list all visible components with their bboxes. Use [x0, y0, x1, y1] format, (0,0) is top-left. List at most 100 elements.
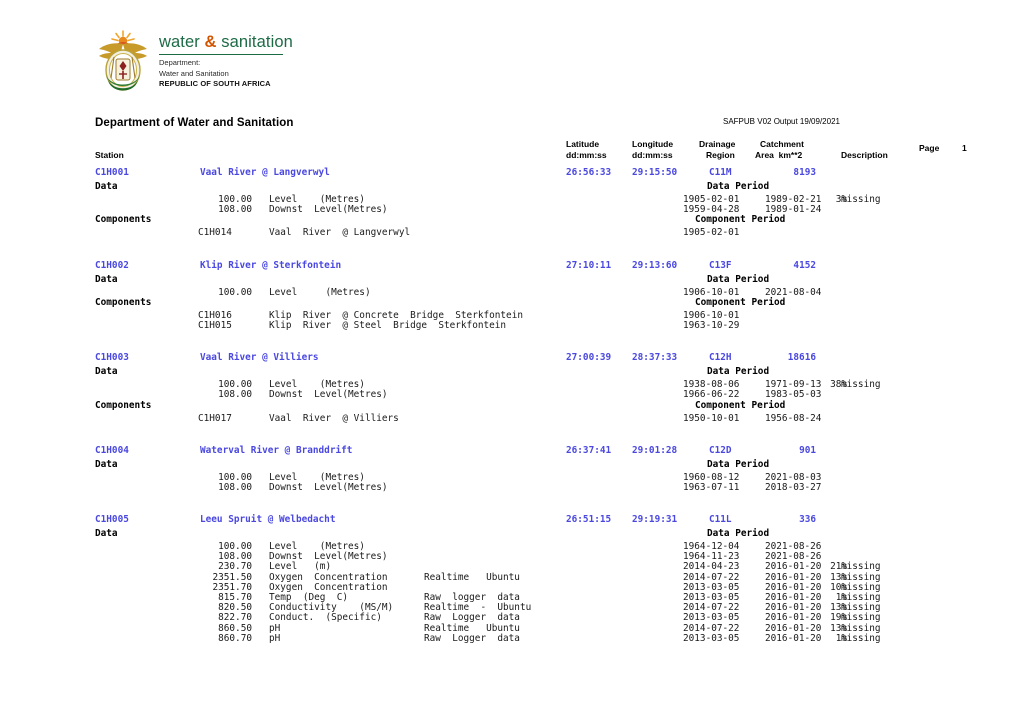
component-description: Vaal River @ Langverwyl — [269, 227, 411, 239]
column-header-catchment-line1: Catchment — [760, 139, 804, 149]
component-code: C1H017 — [198, 412, 232, 424]
column-header-longitude-line1: Longitude — [632, 139, 674, 149]
output-stamp: SAFPUB V02 Output 19/09/2021 — [723, 117, 840, 126]
column-header-longitude-line2: dd:mm:ss — [632, 150, 673, 160]
station-block: C1H005 Leeu Spruit @ Welbedacht 26:51:15 29… — [0, 514, 1020, 666]
column-headers: Station Latitude dd:mm:ss Longitude dd:m… — [0, 139, 1020, 161]
page-title: Department of Water and Sanitation — [95, 117, 294, 129]
data-section-label: Data — [95, 528, 118, 540]
station-longitude: 28:37:33 — [632, 352, 678, 364]
component-description: Klip River @ Steel Bridge Sterkfontein — [269, 319, 507, 331]
component-period-start: 1905-02-01 — [683, 227, 740, 239]
data-amount: 108.00 — [218, 481, 252, 493]
station-longitude: 29:15:50 — [632, 167, 678, 178]
data-type: Downst Level(Metres) — [269, 204, 388, 216]
wordmark-water: water — [159, 33, 205, 51]
station-latitude: 26:37:41 — [566, 444, 612, 456]
station-block: C1H003 Vaal River @ Villiers 27:00:39 28:37… — [0, 352, 1020, 446]
wordmark-ampersand: & — [204, 33, 217, 51]
data-period-heading: Data Period — [707, 366, 770, 378]
data-period-start: 1966-06-22 — [683, 389, 740, 401]
south-africa-coat-of-arms-icon — [99, 30, 147, 91]
column-header-latitude-line1: Latitude — [566, 139, 600, 149]
component-period-start: 1950-10-01 — [683, 412, 740, 424]
logo-sub-name: Water and Sanitation — [159, 68, 229, 78]
column-header-catchment-line2: Area km**2 — [755, 150, 803, 160]
station-name: Vaal River @ Langverwyl — [200, 167, 330, 178]
data-amount: 100.00 — [218, 286, 252, 298]
station-drainage-region: C11M — [709, 167, 732, 178]
station-code: C1H004 — [95, 444, 129, 456]
logo-wordmark: water & sanitation — [159, 33, 293, 51]
logo-sub-country: REPUBLIC OF SOUTH AFRICA — [159, 79, 271, 88]
page-number: 1 — [962, 143, 967, 153]
station-drainage-region: C12H — [709, 352, 732, 364]
station-latitude: 27:10:11 — [566, 259, 612, 271]
station-name: Leeu Spruit @ Welbedacht — [200, 514, 336, 526]
component-code: C1H015 — [198, 319, 232, 331]
data-period-heading: Data Period — [707, 528, 770, 540]
station-catchment-area: 8193 — [793, 167, 816, 178]
data-type: pH — [269, 632, 281, 644]
station-latitude: 27:00:39 — [566, 352, 612, 364]
station-report: C1H001 Vaal River @ Langverwyl 26:56:33 29:… — [0, 167, 1020, 666]
data-type: Downst Level(Metres) — [269, 481, 388, 493]
station-drainage-region: C13F — [709, 259, 732, 271]
data-section-label: Data — [95, 273, 118, 285]
page-label: Page — [919, 143, 940, 153]
data-period-heading: Data Period — [707, 273, 770, 285]
wordmark-divider — [159, 54, 283, 56]
component-period-heading: Component Period — [695, 296, 786, 308]
station-longitude: 29:13:60 — [632, 259, 678, 271]
components-section-label: Components — [95, 296, 152, 308]
station-latitude: 26:56:33 — [566, 167, 612, 178]
data-section-label: Data — [95, 181, 118, 192]
component-period-heading: Component Period — [695, 399, 786, 411]
data-period-heading: Data Period — [707, 181, 770, 192]
wordmark-sanitation: sanitation — [216, 33, 293, 51]
data-source: Raw Logger data — [424, 632, 520, 644]
data-period-heading: Data Period — [707, 458, 770, 470]
column-header-drainage-line1: Drainage — [699, 139, 736, 149]
station-block: C1H004 Waterval River @ Branddrift 26:37:4… — [0, 444, 1020, 515]
data-period-start: 1963-07-11 — [683, 481, 740, 493]
station-name: Waterval River @ Branddrift — [200, 444, 353, 456]
station-name: Vaal River @ Villiers — [200, 352, 319, 364]
component-period-start: 1963-10-29 — [683, 319, 740, 331]
components-section-label: Components — [95, 214, 152, 226]
logo-text-group: water & sanitation Department: Water and… — [159, 28, 293, 89]
data-period-end: 2016-01-20 — [765, 632, 822, 644]
data-period-end: 2018-03-27 — [765, 481, 822, 493]
dws-logo: water & sanitation Department: Water and… — [95, 28, 293, 94]
logo-subtitle: Department: Water and Sanitation REPUBLI… — [159, 58, 293, 89]
station-drainage-region: C12D — [709, 444, 732, 456]
component-period-heading: Component Period — [695, 214, 786, 226]
station-code: C1H005 — [95, 514, 129, 526]
data-amount: 108.00 — [218, 389, 252, 401]
station-catchment-area: 4152 — [793, 259, 816, 271]
data-type: Conduct. (Specific) — [269, 612, 382, 624]
logo-sub-department: Department: — [159, 58, 201, 68]
station-latitude: 26:51:15 — [566, 514, 612, 526]
data-period-end: 1983-05-03 — [765, 389, 822, 401]
station-block: C1H002 Klip River @ Sterkfontein 27:10:11 2… — [0, 259, 1020, 354]
data-period-start: 2013-03-05 — [683, 632, 740, 644]
station-code: C1H001 — [95, 167, 129, 178]
column-header-description: Description — [841, 150, 888, 160]
column-header-drainage-line2: Region — [706, 150, 735, 160]
station-drainage-region: C11L — [709, 514, 732, 526]
station-longitude: 29:19:31 — [632, 514, 678, 526]
station-longitude: 29:01:28 — [632, 444, 678, 456]
column-header-station: Station — [95, 150, 124, 160]
component-period-end: 1956-08-24 — [765, 412, 822, 424]
station-block: C1H001 Vaal River @ Langverwyl 26:56:33 29:… — [0, 167, 1020, 261]
station-code: C1H002 — [95, 259, 129, 271]
components-section-label: Components — [95, 399, 152, 411]
column-header-latitude-line2: dd:mm:ss — [566, 150, 607, 160]
data-source: Realtime Ubuntu — [424, 571, 520, 583]
